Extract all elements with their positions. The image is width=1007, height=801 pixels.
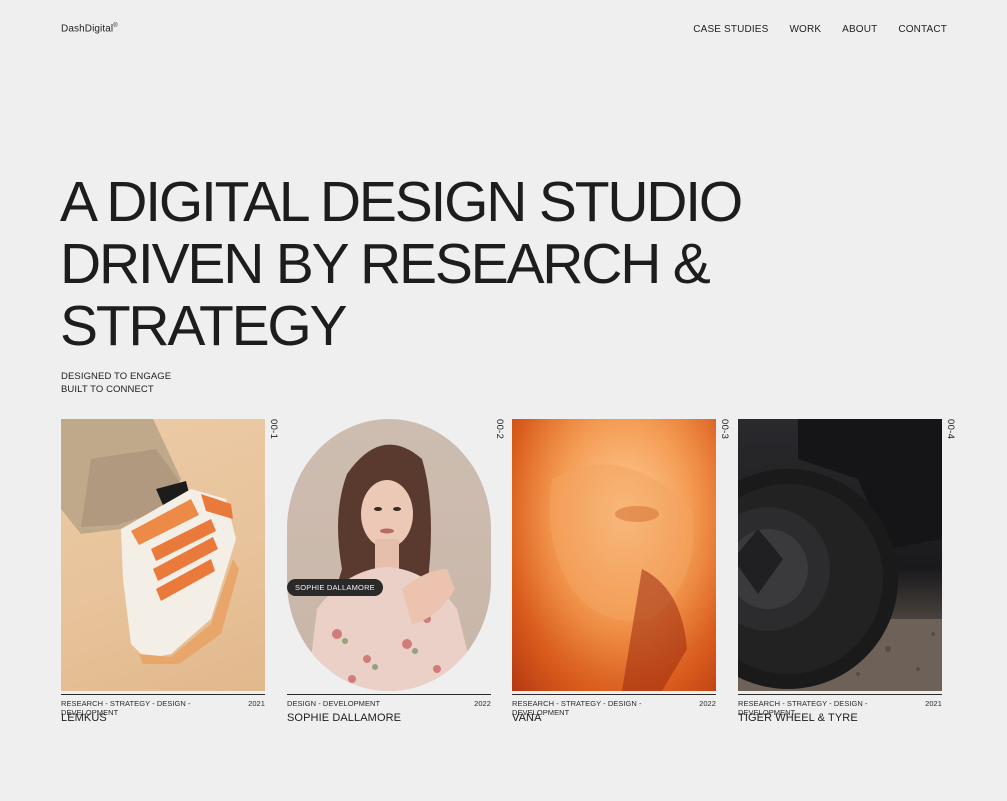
tagline-line-1: DESIGNED TO ENGAGE	[61, 371, 172, 382]
hero-tagline: DESIGNED TO ENGAGE BUILT TO CONNECT	[61, 371, 171, 396]
portrait-arch	[287, 419, 491, 691]
hero-line-3: STRATEGY	[60, 294, 348, 358]
nav-about[interactable]: ABOUT	[842, 24, 877, 35]
brand-logo[interactable]: DashDigital®	[61, 23, 118, 34]
project-meta: DESIGN - DEVELOPMENT 2022	[287, 699, 491, 708]
project-card-sophie-dallamore[interactable]: SOPHIE DALLAMORE 00-2 DESIGN - DEVELOPME…	[287, 419, 505, 724]
offroad-tyre-photo[interactable]	[738, 419, 942, 691]
card-divider	[61, 694, 265, 695]
project-title[interactable]: TIGER WHEEL & TYRE	[738, 712, 858, 724]
project-card-lemkus[interactable]: 00-1 RESEARCH - STRATEGY - DESIGN - DEVE…	[61, 419, 279, 724]
portrait-photo[interactable]: SOPHIE DALLAMORE	[287, 419, 491, 691]
brand-name: DashDigital	[61, 23, 114, 35]
sneaker-photo[interactable]	[61, 419, 265, 691]
card-divider	[738, 694, 942, 695]
nav-case-studies[interactable]: CASE STUDIES	[693, 24, 768, 35]
project-year: 2021	[248, 699, 265, 708]
project-number: 00-2	[494, 419, 505, 440]
hero-line-1: A DIGITAL DESIGN STUDIO	[60, 170, 743, 234]
project-title[interactable]: LEMKUS	[61, 712, 107, 724]
project-number: 00-4	[945, 419, 956, 440]
project-card-vana[interactable]: 00-3 RESEARCH - STRATEGY - DESIGN - DEVE…	[512, 419, 730, 724]
hero-line-2: DRIVEN BY RESEARCH &	[60, 232, 711, 296]
project-tags: DESIGN - DEVELOPMENT	[287, 699, 381, 708]
registered-mark: ®	[113, 23, 118, 29]
project-year: 2022	[699, 699, 716, 708]
project-card-tiger-wheel[interactable]: 00-4 RESEARCH - STRATEGY - DESIGN - DEVE…	[738, 419, 956, 724]
hero-heading: A DIGITAL DESIGN STUDIO DRIVEN BY RESEAR…	[60, 170, 743, 358]
nav-work[interactable]: WORK	[789, 24, 821, 35]
project-year: 2021	[925, 699, 942, 708]
hover-name-pill: SOPHIE DALLAMORE	[287, 579, 383, 596]
main-nav: CASE STUDIES WORK ABOUT CONTACT	[693, 24, 947, 35]
project-number: 00-1	[268, 419, 279, 440]
card-divider	[512, 694, 716, 695]
project-year: 2022	[474, 699, 491, 708]
tagline-line-2: BUILT TO CONNECT	[61, 383, 154, 395]
nav-contact[interactable]: CONTACT	[898, 24, 947, 35]
orange-face-photo[interactable]	[512, 419, 716, 691]
project-meta: RESEARCH - STRATEGY - DESIGN - DEVELOPME…	[512, 699, 716, 717]
project-number: 00-3	[719, 419, 730, 440]
project-title[interactable]: VANA	[512, 712, 542, 724]
project-title[interactable]: SOPHIE DALLAMORE	[287, 712, 401, 724]
card-divider	[287, 694, 491, 695]
